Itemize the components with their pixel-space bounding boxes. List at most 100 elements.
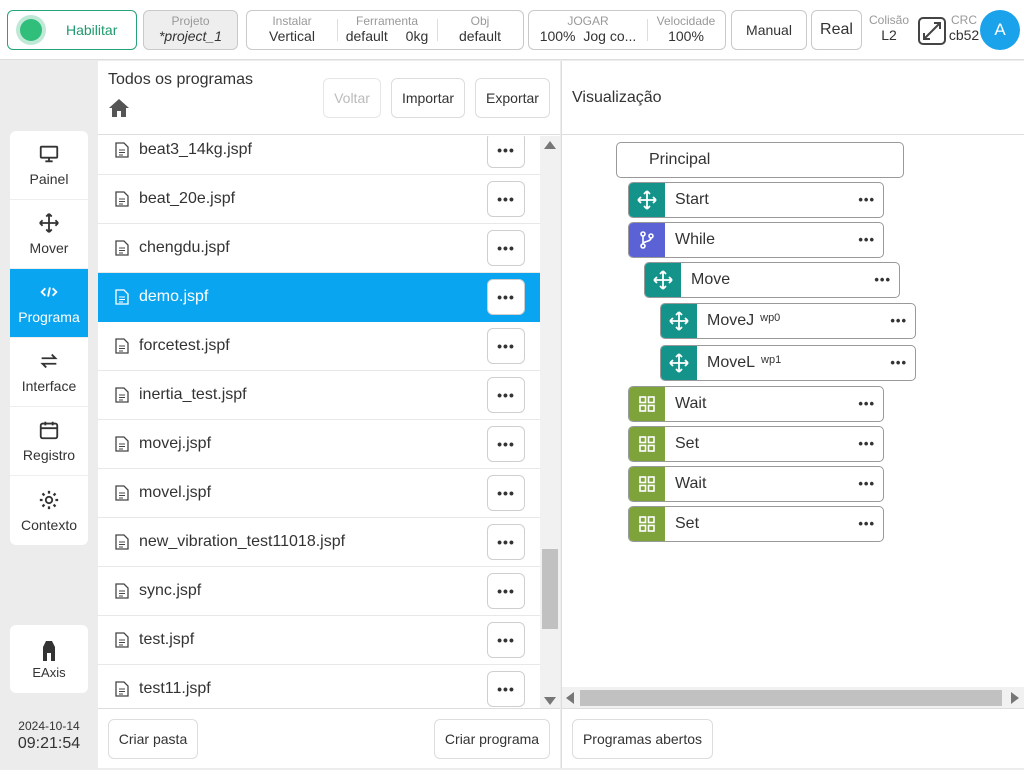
file-row[interactable]: chengdu.jspf •••: [98, 224, 540, 273]
nav-item-painel[interactable]: Painel: [10, 131, 88, 200]
file-more-button[interactable]: •••: [487, 328, 525, 364]
node-more-icon[interactable]: •••: [890, 355, 907, 370]
nav-item-mover[interactable]: Mover: [10, 200, 88, 269]
file-more-button[interactable]: •••: [487, 524, 525, 560]
nav-label-interface: Interface: [21, 378, 77, 394]
create-program-button[interactable]: Criar programa: [434, 719, 550, 759]
list-scrollbar-thumb[interactable]: [542, 549, 558, 629]
speed-cell[interactable]: Velocidade 100%: [647, 11, 725, 49]
import-button[interactable]: Importar: [391, 78, 465, 118]
tree-node[interactable]: Wait •••: [628, 466, 884, 502]
program-list-footer: Criar pasta Criar programa: [98, 708, 560, 768]
tree-node[interactable]: Start •••: [628, 182, 884, 218]
file-more-button[interactable]: •••: [487, 136, 525, 168]
node-more-icon[interactable]: •••: [858, 436, 875, 451]
eaxis-button[interactable]: EAxis: [10, 625, 88, 693]
tree-node[interactable]: Move •••: [644, 262, 900, 298]
node-icon-box: [629, 183, 665, 217]
file-row[interactable]: beat3_14kg.jspf •••: [98, 136, 540, 175]
node-icon-box: [629, 427, 665, 461]
node-waypoint: wp1: [761, 354, 782, 366]
tree-scrollbar[interactable]: [562, 687, 1024, 709]
nav-item-registro[interactable]: Registro: [10, 407, 88, 476]
file-name: movel.jspf: [139, 484, 212, 501]
open-programs-button[interactable]: Programas abertos: [572, 719, 713, 759]
tree-root-principal[interactable]: Principal: [616, 142, 904, 178]
node-more-icon[interactable]: •••: [874, 272, 891, 287]
file-icon: [115, 632, 129, 648]
tool-cell[interactable]: Ferramenta default 0kg: [337, 11, 437, 49]
file-row[interactable]: new_vibration_test11018.jspf •••: [98, 518, 540, 567]
user-avatar[interactable]: A: [980, 10, 1020, 50]
file-more-button[interactable]: •••: [487, 230, 525, 266]
nav-label-mover: Mover: [29, 240, 69, 256]
tool-value: default 0kg: [337, 28, 437, 45]
tool-name: default: [345, 28, 388, 44]
back-button[interactable]: Voltar: [323, 78, 381, 118]
nav-item-contexto[interactable]: Contexto: [10, 476, 88, 545]
jog-cell[interactable]: JOGAR 100% Jog co...: [529, 11, 647, 49]
list-scrollbar[interactable]: [540, 136, 560, 710]
real-mode-button[interactable]: Real: [811, 10, 862, 50]
program-list-title: Todos os programas: [108, 71, 253, 88]
export-button[interactable]: Exportar: [475, 78, 550, 118]
install-tool-object-group[interactable]: Instalar Vertical Ferramenta default 0kg…: [246, 10, 524, 50]
file-row[interactable]: sync.jspf •••: [98, 567, 540, 616]
clock: 2024-10-14 09:21:54: [10, 719, 88, 753]
create-folder-button[interactable]: Criar pasta: [108, 719, 198, 759]
expand-icon[interactable]: [917, 16, 947, 46]
install-cell[interactable]: Instalar Vertical: [247, 11, 337, 49]
nav-item-interface[interactable]: Interface: [10, 338, 88, 407]
tree-node[interactable]: MoveJ wp0 •••: [660, 303, 916, 339]
manual-mode-button[interactable]: Manual: [731, 10, 807, 50]
crc-indicator: CRC cb52: [948, 13, 980, 44]
scroll-right-icon[interactable]: [1011, 692, 1019, 704]
node-more-icon[interactable]: •••: [858, 232, 875, 247]
file-more-button[interactable]: •••: [487, 475, 525, 511]
file-row[interactable]: movel.jspf •••: [98, 469, 540, 518]
tree-node[interactable]: MoveL wp1 •••: [660, 345, 916, 381]
home-icon[interactable]: [108, 97, 130, 119]
tree-node[interactable]: While •••: [628, 222, 884, 258]
node-more-icon[interactable]: •••: [858, 516, 875, 531]
file-row[interactable]: movej.jspf •••: [98, 420, 540, 469]
node-more-icon[interactable]: •••: [858, 396, 875, 411]
jog-speed-group[interactable]: JOGAR 100% Jog co... Velocidade 100%: [528, 10, 726, 50]
object-cell[interactable]: Obj default: [437, 11, 523, 49]
node-more-icon[interactable]: •••: [858, 476, 875, 491]
project-button[interactable]: Projeto *project_1: [143, 10, 238, 50]
nav-item-programa[interactable]: Programa: [10, 269, 88, 338]
file-icon: [115, 534, 129, 550]
node-label: Move: [691, 271, 731, 288]
file-more-button[interactable]: •••: [487, 377, 525, 413]
file-icon: [115, 142, 129, 158]
file-more-button[interactable]: •••: [487, 622, 525, 658]
node-more-icon[interactable]: •••: [858, 192, 875, 207]
more-dots-icon: •••: [497, 436, 515, 452]
more-dots-icon: •••: [497, 191, 515, 207]
file-more-button[interactable]: •••: [487, 426, 525, 462]
file-more-button[interactable]: •••: [487, 573, 525, 609]
scroll-down-icon[interactable]: [544, 697, 556, 705]
file-row[interactable]: demo.jspf •••: [98, 273, 540, 322]
file-row[interactable]: forcetest.jspf •••: [98, 322, 540, 371]
tree-node[interactable]: Wait •••: [628, 386, 884, 422]
crc-caption: CRC: [951, 13, 977, 27]
file-row[interactable]: test.jspf •••: [98, 616, 540, 665]
file-more-button[interactable]: •••: [487, 279, 525, 315]
tree-node[interactable]: Set •••: [628, 506, 884, 542]
file-row[interactable]: beat_20e.jspf •••: [98, 175, 540, 224]
file-name: new_vibration_test11018.jspf: [139, 533, 346, 550]
file-row[interactable]: test11.jspf •••: [98, 665, 540, 714]
tree-scrollbar-thumb[interactable]: [580, 690, 1002, 706]
collision-indicator[interactable]: Colisão L2: [866, 13, 912, 44]
enable-button[interactable]: Habilitar: [7, 10, 137, 50]
scroll-up-icon[interactable]: [544, 141, 556, 149]
node-more-icon[interactable]: •••: [890, 313, 907, 328]
file-row[interactable]: inertia_test.jspf •••: [98, 371, 540, 420]
scroll-left-icon[interactable]: [566, 692, 574, 704]
file-more-button[interactable]: •••: [487, 181, 525, 217]
install-value: Vertical: [269, 28, 315, 44]
tree-node[interactable]: Set •••: [628, 426, 884, 462]
file-more-button[interactable]: •••: [487, 671, 525, 707]
